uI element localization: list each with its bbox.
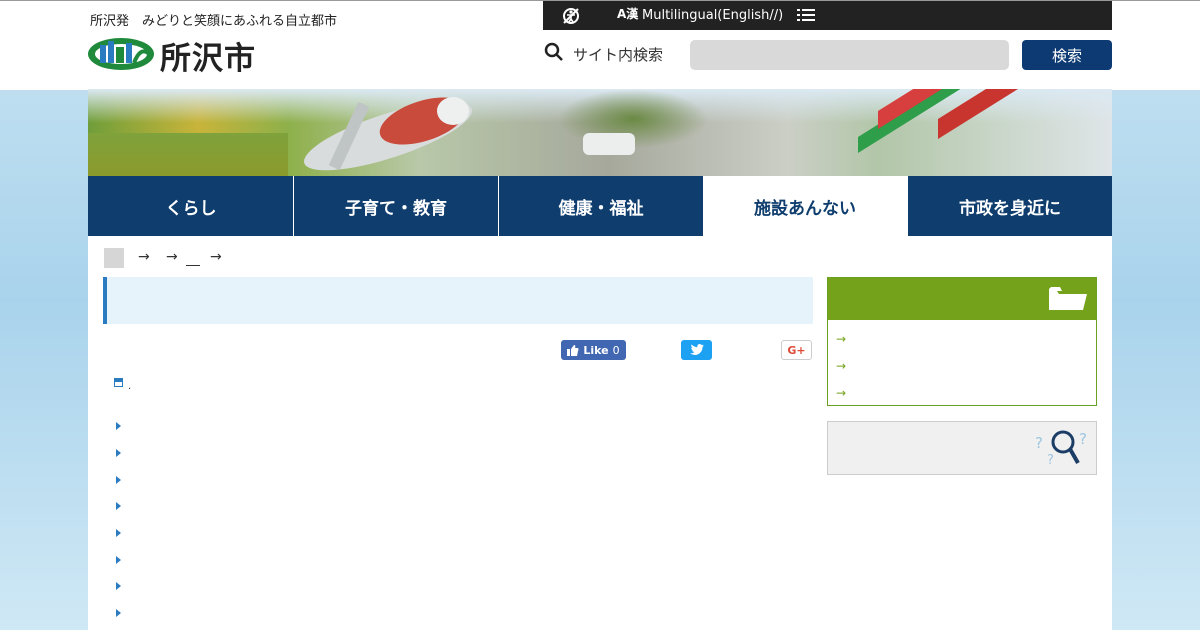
home-icon[interactable]: [104, 248, 124, 268]
svg-text:?: ?: [1035, 434, 1043, 452]
svg-text:?: ?: [1079, 430, 1087, 448]
menu-list-icon[interactable]: [797, 8, 815, 27]
hero-banner-image: [88, 89, 1112, 176]
bullet-arrow-icon: [116, 422, 121, 431]
site-logo[interactable]: 所沢市: [88, 35, 288, 77]
content-link-list: [116, 413, 121, 627]
search-label: サイト内検索: [573, 46, 664, 64]
sidebar-link[interactable]: →: [836, 379, 846, 406]
bullet-arrow-icon: [116, 555, 121, 564]
site-logo-text: 所沢市: [160, 41, 256, 77]
list-item[interactable]: [116, 546, 121, 573]
facebook-like-count: 0: [612, 343, 620, 357]
list-item[interactable]: [116, 600, 121, 627]
breadcrumb-separator: →: [166, 249, 178, 265]
site-tagline: 所沢発 みどりと笑顔にあふれる自立都市: [90, 14, 338, 29]
accessibility-icon[interactable]: [561, 6, 581, 30]
nav-item-kenko[interactable]: 健康・福祉: [498, 176, 703, 236]
city-emblem-icon: [88, 38, 154, 70]
search-button[interactable]: 検索: [1022, 40, 1112, 70]
list-item[interactable]: [116, 520, 121, 547]
site-header: 所沢発 みどりと笑顔にあふれる自立都市 所沢市 A漢 Multilingual(…: [0, 0, 1200, 90]
list-item[interactable]: [116, 493, 121, 520]
folder-icon: [1049, 287, 1087, 310]
sidebar-link[interactable]: →: [836, 352, 846, 379]
sidebar-link[interactable]: →: [836, 325, 846, 352]
googleplus-share-button[interactable]: G+: [781, 340, 812, 360]
sidebar-category-box: → → →: [827, 277, 1097, 406]
document-link[interactable]: .: [128, 381, 131, 392]
main-content: → → → Like 0 G+ . → → → ? ? ?: [88, 236, 1112, 630]
list-item[interactable]: [116, 573, 121, 600]
bullet-arrow-icon: [116, 449, 121, 458]
breadcrumb-separator: →: [138, 249, 150, 265]
multilingual-link[interactable]: Multilingual(English//): [642, 8, 783, 23]
bullet-arrow-icon: [116, 502, 121, 511]
twitter-share-button[interactable]: [681, 340, 712, 360]
svg-text:?: ?: [1047, 453, 1054, 468]
breadcrumb-link[interactable]: [186, 244, 200, 266]
facebook-like-button[interactable]: Like 0: [561, 340, 626, 360]
nav-item-kurashi[interactable]: くらし: [88, 176, 293, 236]
site-search-input[interactable]: [690, 40, 1009, 70]
facebook-like-label: Like: [583, 343, 609, 357]
global-nav: くらし 子育て・教育 健康・福祉 施設あんない 市政を身近に: [88, 176, 1112, 236]
sunflower-field: [88, 133, 288, 176]
nav-item-shisetsu[interactable]: 施設あんない: [703, 176, 907, 236]
list-item[interactable]: [116, 466, 121, 493]
sidebar-category-header: [828, 278, 1096, 320]
sidebar-link-list: → → →: [836, 325, 846, 406]
bullet-arrow-icon: [116, 529, 121, 538]
bullet-arrow-icon: [116, 475, 121, 484]
list-item[interactable]: [116, 413, 121, 440]
list-item[interactable]: [116, 440, 121, 467]
help-search-icon: ? ? ?: [1035, 430, 1087, 468]
twitter-icon: [689, 344, 704, 355]
nav-item-kosodate[interactable]: 子育て・教育: [293, 176, 498, 236]
help-search-banner[interactable]: ? ? ?: [827, 421, 1097, 475]
bullet-arrow-icon: [116, 609, 121, 618]
language-icon[interactable]: A漢: [617, 5, 638, 22]
facebook-icon: [567, 344, 579, 356]
nav-item-shisei[interactable]: 市政を身近に: [907, 176, 1112, 236]
bullet-arrow-icon: [116, 582, 121, 591]
utility-bar: A漢 Multilingual(English//): [543, 1, 1112, 30]
page-title: [103, 277, 813, 324]
document-icon: [114, 378, 123, 387]
breadcrumb-separator: →: [210, 249, 222, 265]
search-icon: [544, 42, 564, 66]
airplane-image: [304, 97, 472, 171]
